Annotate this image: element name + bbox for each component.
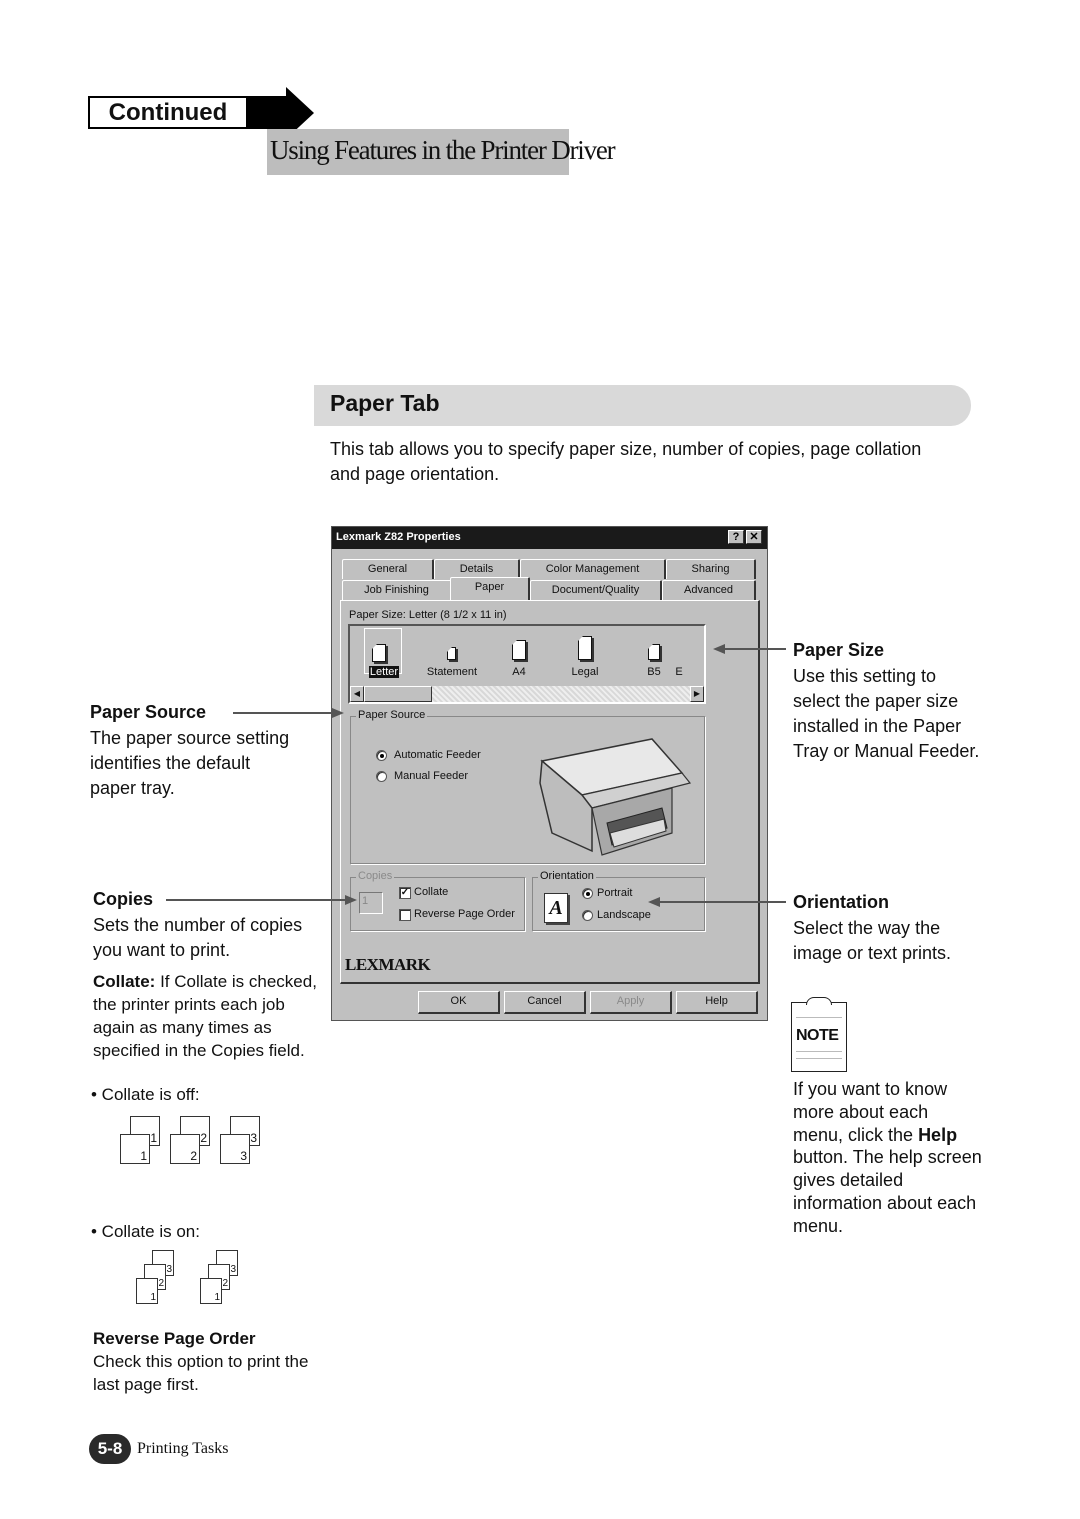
page-icon: 1: [200, 1278, 222, 1304]
page-icon: 2: [170, 1134, 200, 1164]
scroll-right-icon[interactable]: ▶: [690, 686, 704, 702]
page-icon: 1: [136, 1278, 158, 1304]
paper-size-list[interactable]: Letter Statement A4 Legal B5 E ◀ ▶: [348, 624, 706, 704]
collate-on-label: • Collate is on:: [91, 1222, 200, 1241]
b5-paper-icon[interactable]: [648, 644, 660, 660]
paper-size-scrollbar[interactable]: ◀ ▶: [350, 686, 704, 702]
dialog-titlebar: Lexmark Z82 Properties: [332, 527, 767, 549]
statement-paper-icon[interactable]: [447, 647, 456, 660]
ok-button[interactable]: OK: [418, 991, 500, 1014]
paper-size-item[interactable]: Legal: [555, 666, 615, 678]
paper-source-group-title: Paper Source: [356, 709, 428, 721]
orientation-leader-line: [659, 901, 786, 903]
letter-paper-icon[interactable]: [372, 644, 386, 662]
tab-paper[interactable]: Paper: [450, 577, 530, 600]
lexmark-logo: LEXMARK: [345, 955, 431, 974]
manual-feeder-label[interactable]: Manual Feeder: [394, 770, 468, 782]
paper-tab-intro: This tab allows you to specify paper siz…: [330, 439, 922, 484]
orientation-callout-text: Select the way the image or text prints.: [793, 918, 952, 963]
continued-arrow-icon: [246, 96, 288, 129]
copies-group-title: Copies: [356, 870, 395, 882]
tab-advanced[interactable]: Advanced: [662, 580, 756, 600]
orientation-group-title: Orientation: [538, 870, 596, 882]
paper-source-leader-line: [233, 712, 333, 714]
reverse-page-order-label[interactable]: Reverse Page Order: [414, 908, 515, 920]
portrait-preview-icon: A: [544, 893, 568, 923]
tab-color-management[interactable]: Color Management: [520, 559, 666, 579]
copies-callout-title: Copies: [93, 889, 154, 909]
paper-tab-heading: Paper Tab: [330, 390, 440, 416]
portrait-label[interactable]: Portrait: [597, 887, 632, 899]
page-icon: 3: [220, 1134, 250, 1164]
page-number-badge: 5-8: [89, 1434, 131, 1464]
help-question-icon[interactable]: ?: [728, 530, 744, 544]
paper-size-item[interactable]: E: [672, 666, 686, 678]
paper-source-callout-text: The paper source setting identifies the …: [90, 728, 290, 798]
copies-callout-text: Sets the number of copies you want to pr…: [93, 915, 303, 960]
tab-details[interactable]: Details: [434, 559, 520, 579]
copies-leader-line: [166, 899, 346, 901]
landscape-radio[interactable]: [582, 910, 593, 921]
collate-off-diagram: 1 1 2 2 3 3: [118, 1116, 268, 1168]
paper-size-item[interactable]: Letter: [354, 666, 414, 678]
tab-job-finishing[interactable]: Job Finishing: [342, 580, 452, 600]
copies-arrow-icon: [345, 895, 357, 905]
portrait-radio[interactable]: [582, 888, 593, 899]
automatic-feeder-radio[interactable]: [376, 750, 387, 761]
orientation-callout-title: Orientation: [793, 892, 890, 912]
paper-size-leader-line: [724, 648, 786, 650]
dialog-title: Lexmark Z82 Properties: [336, 531, 461, 543]
paper-size-label: Paper Size: Letter (8 1/2 x 11 in): [349, 609, 507, 621]
reverse-page-order-checkbox[interactable]: [399, 909, 411, 921]
paper-size-item[interactable]: Statement: [422, 666, 482, 678]
paper-source-callout-title: Paper Source: [90, 702, 207, 722]
printer-illustration-icon: [539, 738, 692, 856]
help-button[interactable]: Help: [676, 991, 758, 1014]
manual-feeder-radio[interactable]: [376, 771, 387, 782]
collate-description: Collate: If Collate is checked, the prin…: [93, 970, 318, 1062]
collate-label[interactable]: Collate: [414, 886, 448, 898]
collate-on-diagram: 3 2 1 3 2 1: [134, 1250, 244, 1306]
note-clipboard-icon: NOTE: [791, 997, 847, 1072]
note-text: If you want to know more about each menu…: [793, 1079, 982, 1236]
tab-sharing[interactable]: Sharing: [666, 559, 756, 579]
scrollbar-thumb[interactable]: [364, 686, 432, 702]
tab-document-quality[interactable]: Document/Quality: [530, 580, 662, 600]
apply-button[interactable]: Apply: [590, 991, 672, 1014]
landscape-label[interactable]: Landscape: [597, 909, 651, 921]
collate-term: Collate:: [93, 972, 156, 991]
paper-source-arrow-icon: [332, 708, 344, 718]
tab-general[interactable]: General: [342, 559, 434, 579]
automatic-feeder-label[interactable]: Automatic Feeder: [394, 749, 481, 761]
collate-off-label: • Collate is off:: [91, 1085, 200, 1104]
close-icon[interactable]: ✕: [746, 530, 762, 544]
scroll-left-icon[interactable]: ◀: [350, 686, 364, 702]
a4-paper-icon[interactable]: [512, 640, 526, 660]
reverse-page-order-title: Reverse Page Order: [93, 1329, 256, 1348]
paper-size-item[interactable]: A4: [489, 666, 549, 678]
page-icon: 1: [120, 1134, 150, 1164]
note-badge: NOTE: [796, 1027, 839, 1044]
chapter-name: Printing Tasks: [137, 1440, 229, 1457]
paper-size-callout-text: Use this setting to select the paper siz…: [793, 666, 980, 761]
section-title: Using Features in the Printer Driver: [270, 135, 616, 165]
collate-checkbox[interactable]: ✓: [399, 887, 411, 899]
cancel-button[interactable]: Cancel: [504, 991, 586, 1014]
paper-size-callout-title: Paper Size: [793, 640, 885, 660]
continued-label: Continued: [88, 96, 248, 129]
reverse-page-order-text: Check this option to print the last page…: [93, 1352, 309, 1394]
copies-input[interactable]: 1: [359, 892, 383, 914]
properties-dialog: Lexmark Z82 Properties ? ✕ General Detai…: [331, 526, 768, 1021]
legal-paper-icon[interactable]: [578, 636, 592, 660]
